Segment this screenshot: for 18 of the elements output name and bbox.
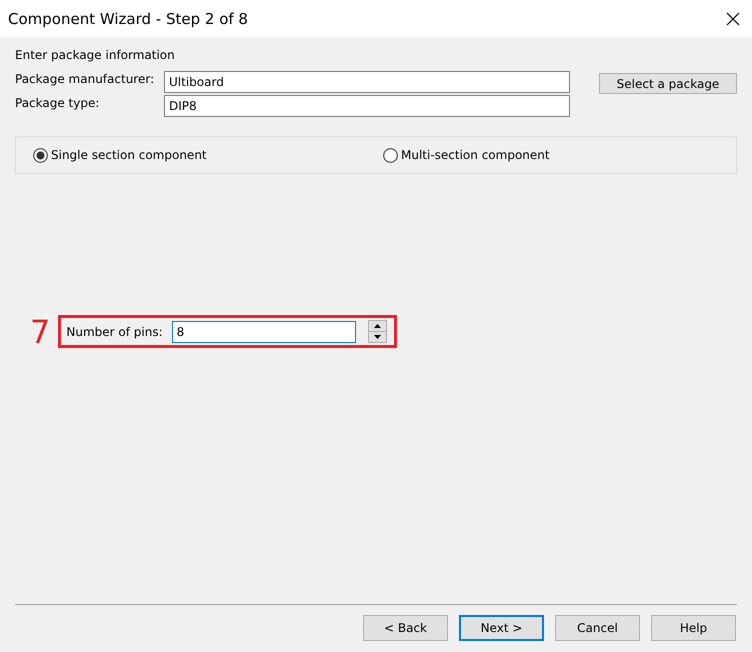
text-field[interactable]: Ultiboard	[164, 71, 570, 93]
window-title: Component Wizard - Step 2 of 8	[8, 10, 248, 28]
dialog-button[interactable]: Next >	[459, 615, 544, 641]
section-heading: Enter package information	[15, 48, 176, 62]
text-field[interactable]: DIP8	[164, 95, 570, 117]
spin-buttons-icon[interactable]	[368, 320, 387, 343]
field-label: Number of pins:	[66, 324, 163, 338]
field-label: Package type:	[15, 95, 100, 110]
field-label: Package manufacturer:	[15, 71, 156, 86]
number-field[interactable]: 8	[172, 320, 356, 342]
annotation-number: 7	[30, 316, 50, 348]
radio-option[interactable]: Multi-section component	[383, 148, 550, 162]
close-icon[interactable]	[726, 12, 740, 26]
dialog-button[interactable]: < Back	[363, 615, 448, 641]
select-package-button[interactable]: Select a package	[599, 73, 737, 94]
dialog-button[interactable]: Cancel	[555, 615, 640, 641]
dialog-button[interactable]: Help	[651, 615, 736, 641]
radio-option[interactable]: Single section component	[33, 148, 383, 162]
